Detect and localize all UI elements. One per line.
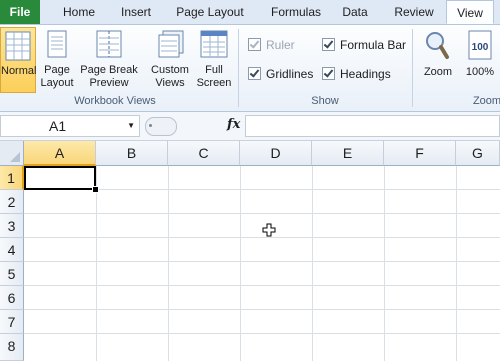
custom-views-label-2: Views [155,77,185,89]
page-break-label-2: Preview [89,77,129,89]
row-header-6[interactable]: 6 [0,286,24,310]
row-header-8[interactable]: 8 [0,334,24,361]
svg-text:100: 100 [472,42,489,53]
page-break-preview-icon [96,30,122,58]
ruler-check-icon [248,38,261,51]
worksheet-grid[interactable]: A B C D E F G 1 2 3 4 5 6 7 8 [0,141,500,361]
zoom-100-label: 100% [465,66,495,78]
row-header-3[interactable]: 3 [0,214,24,238]
ruler-checkbox[interactable]: Ruler [248,38,295,52]
group-separator [412,29,413,107]
insert-function-icon[interactable]: fx [227,117,240,132]
select-all-icon [10,152,20,162]
page-layout-label-2: Layout [40,77,74,89]
gridline [24,285,500,286]
ribbon-tab-bar: File Home Insert Page Layout Formulas Da… [0,0,500,25]
gridline [96,166,97,361]
fill-handle[interactable] [92,186,99,193]
column-header-g[interactable]: G [456,141,500,166]
row-header-4[interactable]: 4 [0,238,24,262]
column-header-a[interactable]: A [24,141,96,166]
normal-view-icon [5,31,31,61]
full-screen-button[interactable]: Full Screen [194,27,234,93]
row-header-2[interactable]: 2 [0,190,24,214]
full-screen-label-1: Full [205,64,223,76]
tab-review[interactable]: Review [388,0,440,24]
gridline [456,166,457,361]
chevron-down-icon[interactable]: ▼ [127,116,135,136]
tab-insert[interactable]: Insert [110,0,162,24]
page-break-label-1: Page Break [80,64,138,76]
page-layout-icon [47,30,67,58]
select-all-button[interactable] [0,141,24,166]
row-header-1[interactable]: 1 [0,166,24,190]
ruler-label: Ruler [266,38,295,52]
headings-check-icon [322,67,335,80]
gridline [24,213,500,214]
formula-bar: A1 ▼ fx [0,112,500,141]
gridline [312,166,313,361]
ribbon: Normal Page Layout Page Break Preview Cu… [0,25,500,112]
gridlines-label: Gridlines [266,67,314,81]
name-box-value: A1 [49,118,67,134]
tab-formulas[interactable]: Formulas [260,0,332,24]
row-header-5[interactable]: 5 [0,262,24,286]
column-header-b[interactable]: B [96,141,168,166]
zoom-button[interactable]: Zoom [418,27,458,93]
gridline [240,166,241,361]
group-separator [238,29,239,107]
cell-cursor-icon [262,223,276,237]
splitter-dot-icon [149,124,152,127]
gridline [24,333,500,334]
custom-views-button[interactable]: Custom Views [148,27,192,93]
custom-views-icon [158,30,184,58]
headings-checkbox[interactable]: Headings [322,67,391,81]
gridline [168,166,169,361]
column-header-f[interactable]: F [384,141,456,166]
row-header-7[interactable]: 7 [0,310,24,334]
full-screen-label-2: Screen [196,77,232,89]
gridline [384,166,385,361]
formula-bar-label: Formula Bar [340,38,407,52]
full-screen-icon [200,30,228,58]
formula-bar-checkbox[interactable]: Formula Bar [322,38,406,52]
page-layout-label-1: Page [44,64,70,76]
formula-controls: fx [145,115,242,137]
magnifier-icon [426,32,449,59]
normal-view-button[interactable]: Normal [0,27,36,93]
workbook-views-group-label: Workbook Views [74,95,156,107]
zoom-100-button[interactable]: 100 100% [462,27,498,93]
zoom-100-icon: 100 [468,30,492,60]
gridline [24,261,500,262]
gridlines-check-icon [248,67,261,80]
show-group-label: Show [311,95,339,107]
custom-views-label-1: Custom [151,64,189,76]
zoom-label: Zoom [423,66,453,78]
formula-bar-check-icon [322,38,335,51]
tab-file[interactable]: File [0,0,40,24]
tab-page-layout[interactable]: Page Layout [170,0,250,24]
normal-view-label: Normal [1,65,37,77]
tab-home[interactable]: Home [52,0,106,24]
zoom-group-label: Zoom [472,95,500,107]
gridline [24,309,500,310]
column-header-e[interactable]: E [312,141,384,166]
formula-input[interactable] [245,115,500,137]
name-box[interactable]: A1 ▼ [0,115,140,137]
column-header-d[interactable]: D [240,141,312,166]
page-layout-view-button[interactable]: Page Layout [38,27,76,93]
tab-view[interactable]: View [446,0,494,24]
headings-label: Headings [340,67,391,81]
tab-data[interactable]: Data [336,0,374,24]
gridlines-checkbox[interactable]: Gridlines [248,67,313,81]
page-break-preview-button[interactable]: Page Break Preview [78,27,140,93]
active-cell[interactable] [24,166,96,190]
column-header-c[interactable]: C [168,141,240,166]
